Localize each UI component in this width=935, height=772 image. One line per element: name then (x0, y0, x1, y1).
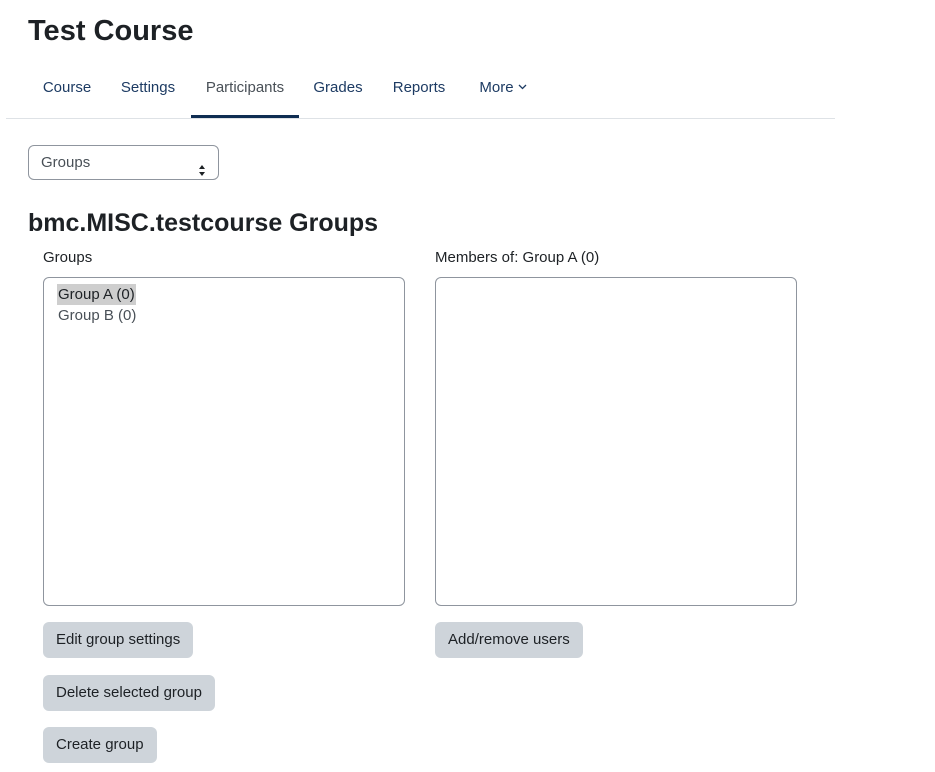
tab-more-label: More (479, 79, 514, 96)
view-select-value: Groups (41, 154, 91, 171)
tab-participants[interactable]: Participants (191, 58, 299, 118)
select-arrows-icon (198, 156, 206, 189)
edit-group-settings-button[interactable]: Edit group settings (43, 622, 194, 658)
groups-heading: bmc.MISC.testcourse Groups (28, 209, 379, 237)
add-remove-users-button[interactable]: Add/remove users (435, 622, 583, 658)
groups-listbox[interactable]: Group A (0) Group B (0) (43, 277, 405, 606)
members-label: Members of: Group A (0) (435, 249, 600, 266)
group-option-group-b[interactable]: Group B (0) (57, 305, 137, 326)
tab-more[interactable]: More (468, 58, 538, 118)
groups-label: Groups (43, 249, 93, 266)
view-select[interactable]: Groups (28, 145, 219, 180)
members-listbox[interactable] (435, 277, 797, 606)
delete-selected-group-button[interactable]: Delete selected group (43, 675, 215, 711)
tab-course[interactable]: Course (28, 58, 106, 118)
tab-settings[interactable]: Settings (111, 58, 185, 118)
page-title: Test Course (28, 15, 194, 47)
group-option-group-a[interactable]: Group A (0) (57, 284, 136, 305)
chevron-down-icon (518, 56, 527, 116)
secondary-navigation: Course Settings Participants Grades Repo… (6, 58, 835, 119)
tab-grades[interactable]: Grades (305, 58, 371, 118)
create-group-button[interactable]: Create group (43, 727, 157, 763)
tab-reports[interactable]: Reports (383, 58, 455, 118)
